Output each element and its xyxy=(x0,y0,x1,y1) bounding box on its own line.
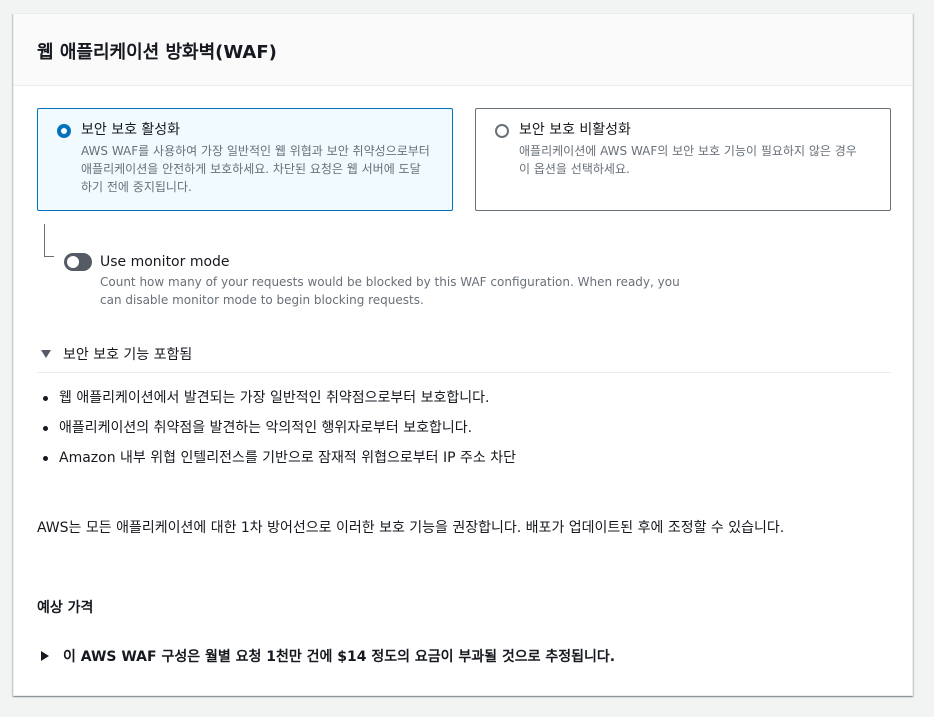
disable-protection-description: 애플리케이션에 AWS WAF의 보안 보호 기능이 필요하지 않은 경우 이 … xyxy=(519,144,857,176)
list-item: 웹 애플리케이션에서 발견되는 가장 일반적인 취약점으로부터 보호합니다. xyxy=(37,388,516,408)
monitor-mode-toggle[interactable] xyxy=(64,253,92,271)
included-features-list: 웹 애플리케이션에서 발견되는 가장 일반적인 취약점으로부터 보호합니다. 애… xyxy=(37,388,516,478)
pricing-heading: 예상 가격 xyxy=(37,600,94,616)
bullet-icon xyxy=(43,456,48,461)
panel-header: 웹 애플리케이션 방화벽(WAF) xyxy=(14,14,912,86)
disable-protection-label: 보안 보호 비활성화 xyxy=(519,122,631,138)
list-item: Amazon 내부 위협 인텔리전스를 기반으로 잠재적 위협으로부터 IP 주… xyxy=(37,448,516,468)
disable-protection-radio[interactable] xyxy=(495,124,509,138)
toggle-knob xyxy=(67,256,79,268)
monitor-mode-label: Use monitor mode xyxy=(100,254,230,270)
enable-protection-label: 보안 보호 활성화 xyxy=(81,122,181,138)
tree-connector-line xyxy=(44,224,54,257)
monitor-mode-description: Count how many of your requests would be… xyxy=(100,275,680,307)
pricing-estimate-text: 이 AWS WAF 구성은 월별 요청 1천만 건에 $14 정도의 요금이 부… xyxy=(63,649,616,665)
bullet-icon xyxy=(43,426,48,431)
pricing-estimate-expander[interactable]: 이 AWS WAF 구성은 월별 요청 1천만 건에 $14 정도의 요금이 부… xyxy=(41,646,615,666)
enable-protection-description: AWS WAF를 사용하여 가장 일반적인 웹 위협과 보안 취약성으로부터 애… xyxy=(81,144,430,194)
bullet-icon xyxy=(43,396,48,401)
recommendation-text: AWS는 모든 애플리케이션에 대한 1차 방어선으로 이러한 보호 기능을 권… xyxy=(37,520,785,536)
included-features-label: 보안 보호 기능 포함됨 xyxy=(63,347,193,363)
list-item-text: 애플리케이션의 취약점을 발견하는 악의적인 행위자로부터 보호합니다. xyxy=(59,420,473,436)
list-item-text: Amazon 내부 위협 인텔리전스를 기반으로 잠재적 위협으로부터 IP 주… xyxy=(59,450,516,466)
list-item: 애플리케이션의 취약점을 발견하는 악의적인 행위자로부터 보호합니다. xyxy=(37,418,516,438)
enable-protection-option[interactable]: 보안 보호 활성화 AWS WAF를 사용하여 가장 일반적인 웹 위협과 보안… xyxy=(37,108,453,211)
included-features-expander[interactable]: 보안 보호 기능 포함됨 xyxy=(41,344,192,364)
section-divider xyxy=(37,372,891,373)
waf-panel: 웹 애플리케이션 방화벽(WAF) 보안 보호 활성화 AWS WAF를 사용하… xyxy=(13,13,913,696)
list-item-text: 웹 애플리케이션에서 발견되는 가장 일반적인 취약점으로부터 보호합니다. xyxy=(59,390,490,406)
panel-title: 웹 애플리케이션 방화벽(WAF) xyxy=(37,41,277,63)
caret-down-icon xyxy=(41,350,51,358)
disable-protection-option[interactable]: 보안 보호 비활성화 애플리케이션에 AWS WAF의 보안 보호 기능이 필요… xyxy=(475,108,891,211)
caret-right-icon xyxy=(41,651,49,661)
enable-protection-radio[interactable] xyxy=(57,124,71,138)
